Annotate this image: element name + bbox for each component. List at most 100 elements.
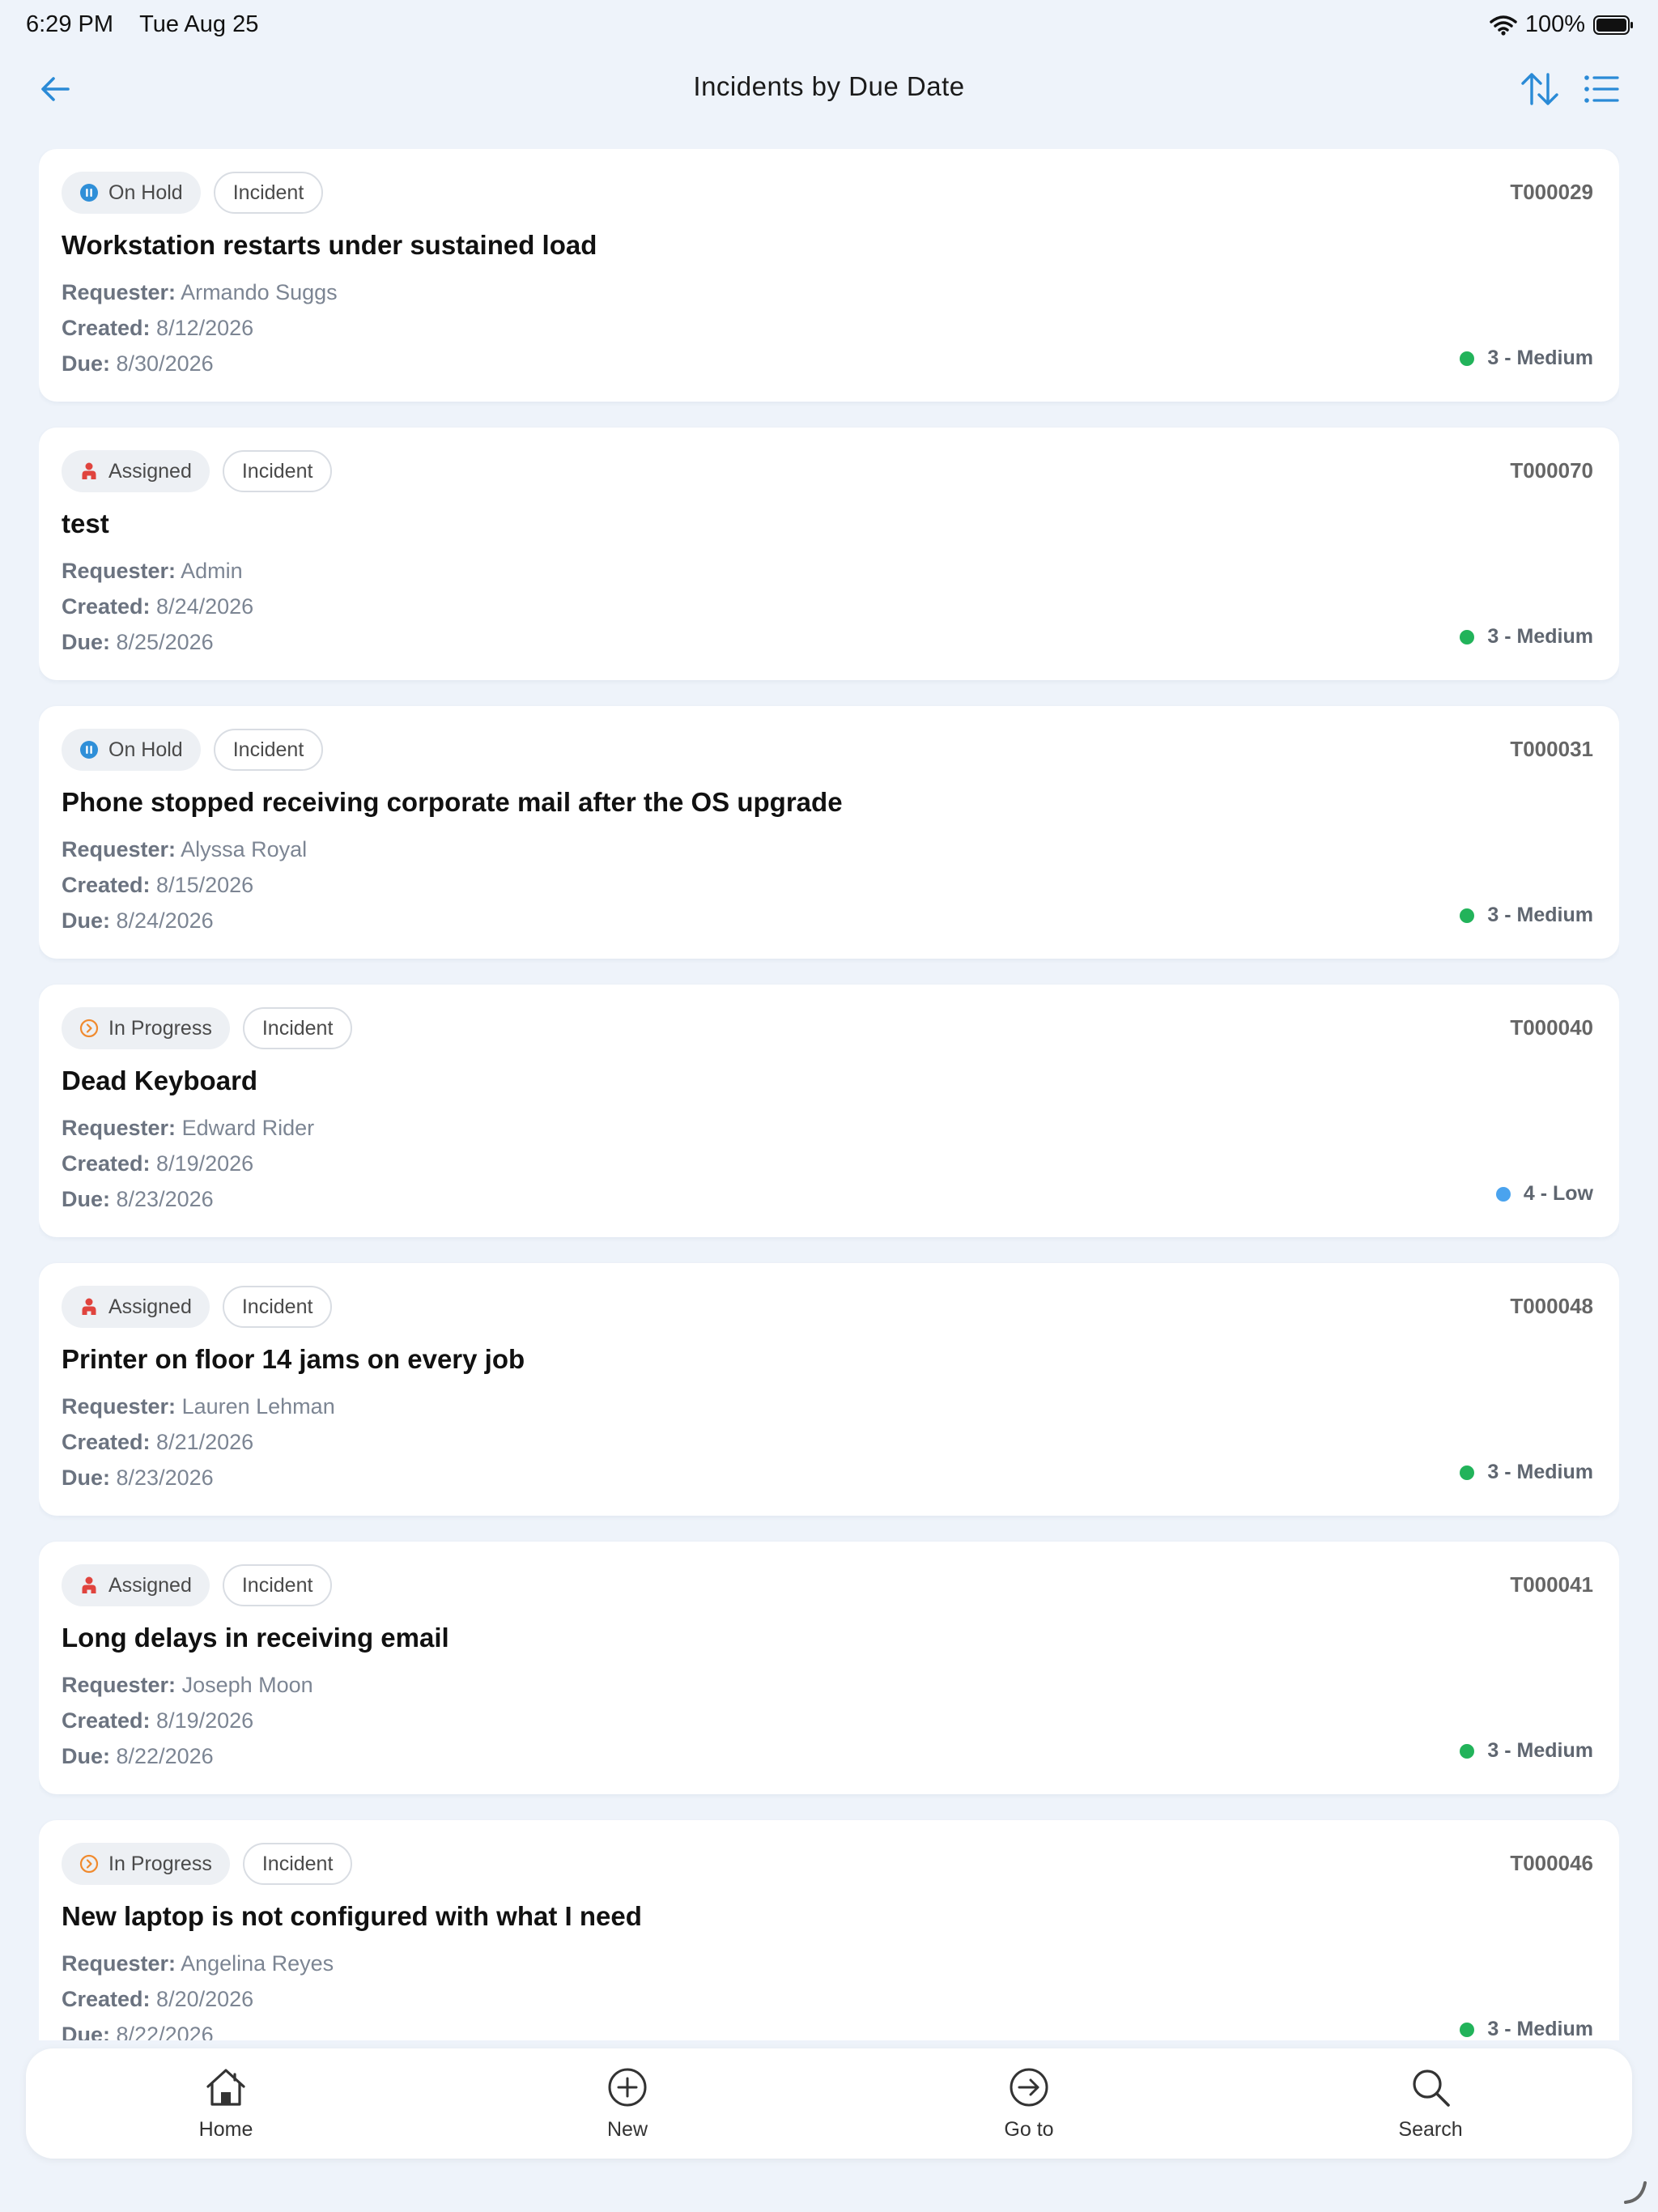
ticket-title: New laptop is not configured with what I… (62, 1901, 642, 1931)
tab-search[interactable]: Search (1350, 2048, 1511, 2159)
battery-percent: 100% (1524, 11, 1585, 37)
ticket-card[interactable]: Assigned Incident T000041 Long delays in… (39, 1542, 1619, 1794)
tab-new[interactable]: New (546, 2048, 708, 2159)
status-label: On Hold (108, 738, 183, 761)
requester-label: Requester: (62, 1394, 176, 1419)
status-time-date: 6:29 PM Tue Aug 25 (26, 11, 258, 38)
created-label: Created: (62, 873, 151, 897)
status-label: Assigned (108, 459, 192, 483)
requester-value: Angelina Reyes (181, 1951, 334, 1976)
type-badge: Incident (213, 729, 324, 771)
priority-indicator: 3 - Medium (1460, 1461, 1593, 1484)
ticket-id: T000070 (1510, 458, 1593, 483)
wifi-icon (1490, 15, 1517, 36)
due-row: Due: 8/23/2026 (62, 1465, 214, 1491)
ticket-tags: Assigned Incident (62, 1286, 333, 1328)
ticket-card[interactable]: On Hold Incident T000031 Phone stopped r… (39, 706, 1619, 959)
status-bar: 6:29 PM Tue Aug 25 100% (0, 0, 1658, 52)
plus-circle-icon (608, 2068, 647, 2107)
person-icon (82, 462, 96, 479)
due-row: Due: 8/23/2026 (62, 1187, 214, 1212)
ticket-title: Dead Keyboard (62, 1066, 258, 1095)
created-value: 8/24/2026 (156, 594, 254, 619)
requester-label: Requester: (62, 1116, 176, 1140)
ticket-id: T000046 (1510, 1851, 1593, 1875)
list-icon[interactable] (1582, 70, 1621, 108)
tab-go-to[interactable]: Go to (948, 2048, 1110, 2159)
person-icon (82, 1298, 96, 1315)
type-badge: Incident (242, 1843, 353, 1885)
battery-icon (1593, 15, 1633, 35)
ticket-id: T000031 (1510, 737, 1593, 761)
priority-indicator: 3 - Medium (1460, 2018, 1593, 2040)
ticket-tags: Assigned Incident (62, 450, 333, 492)
type-badge: Incident (222, 1286, 333, 1328)
status-label: In Progress (108, 1016, 212, 1040)
due-row: Due: 8/30/2026 (62, 351, 214, 376)
priority-indicator: 3 - Medium (1460, 1739, 1593, 1763)
due-row: Due: 8/25/2026 (62, 630, 214, 655)
tab-home[interactable]: Home (145, 2048, 307, 2159)
created-label: Created: (62, 1708, 151, 1733)
status-badge: On Hold (62, 729, 201, 771)
priority-dot-icon (1460, 629, 1475, 644)
created-row: Created: 8/24/2026 (62, 594, 253, 619)
progress-icon (79, 1019, 99, 1038)
ticket-card[interactable]: Assigned Incident T000048 Printer on flo… (39, 1263, 1619, 1516)
priority-indicator: 3 - Medium (1460, 347, 1593, 370)
ticket-card[interactable]: In Progress Incident T000046 New laptop … (39, 1820, 1619, 2040)
priority-label: 3 - Medium (1487, 2018, 1593, 2040)
arrow-right-circle-icon (1010, 2068, 1048, 2107)
ticket-card[interactable]: In Progress Incident T000040 Dead Keyboa… (39, 985, 1619, 1237)
requester-label: Requester: (62, 1951, 176, 1976)
ticket-title: Long delays in receiving email (62, 1623, 449, 1653)
created-value: 8/15/2026 (156, 873, 254, 897)
status-badge: Assigned (62, 1286, 210, 1328)
due-value: 8/25/2026 (116, 630, 214, 654)
ticket-tags: On Hold Incident (62, 729, 324, 771)
due-label: Due: (62, 1465, 110, 1490)
priority-dot-icon (1460, 1465, 1475, 1480)
requester-label: Requester: (62, 280, 176, 304)
tab-new-label: New (606, 2118, 648, 2141)
sort-icon[interactable] (1519, 68, 1561, 110)
due-row: Due: 8/22/2026 (62, 2023, 214, 2040)
requester-row: Requester: Lauren Lehman (62, 1394, 335, 1419)
type-badge: Incident (222, 450, 333, 492)
tab-go-to-label: Go to (1004, 2118, 1054, 2141)
status-label: Assigned (108, 1295, 192, 1318)
progress-icon (79, 1854, 99, 1874)
due-row: Due: 8/22/2026 (62, 1744, 214, 1769)
priority-label: 3 - Medium (1487, 904, 1593, 926)
tab-search-label: Search (1398, 2118, 1463, 2141)
requester-label: Requester: (62, 837, 176, 861)
ticket-list[interactable]: On Hold Incident T000029 Workstation res… (39, 149, 1619, 2040)
status-label: Assigned (108, 1573, 192, 1597)
ticket-tags: On Hold Incident (62, 172, 324, 214)
status-indicators: 100% (1490, 11, 1634, 38)
due-value: 8/22/2026 (116, 2023, 214, 2040)
created-value: 8/20/2026 (156, 1987, 254, 2011)
status-badge: In Progress (62, 1007, 230, 1049)
due-label: Due: (62, 1187, 110, 1211)
priority-dot-icon (1460, 1743, 1475, 1759)
ticket-card[interactable]: Assigned Incident T000070 test Requester… (39, 428, 1619, 680)
due-row: Due: 8/24/2026 (62, 908, 214, 934)
priority-dot-icon (1495, 1186, 1511, 1202)
type-badge: Incident (242, 1007, 353, 1049)
ticket-id: T000040 (1510, 1015, 1593, 1040)
created-row: Created: 8/12/2026 (62, 316, 253, 341)
priority-dot-icon (1460, 2022, 1475, 2037)
created-value: 8/12/2026 (156, 316, 254, 340)
requester-row: Requester: Joseph Moon (62, 1673, 313, 1698)
type-badge: Incident (213, 172, 324, 214)
created-value: 8/21/2026 (156, 1430, 254, 1454)
ticket-id: T000041 (1510, 1572, 1593, 1597)
status-label: On Hold (108, 181, 183, 204)
page-title: Incidents by Due Date (693, 71, 965, 101)
due-label: Due: (62, 630, 110, 654)
priority-indicator: 3 - Medium (1460, 904, 1593, 927)
ticket-card[interactable]: On Hold Incident T000029 Workstation res… (39, 149, 1619, 402)
ticket-id: T000029 (1510, 180, 1593, 204)
requester-value: Joseph Moon (181, 1673, 313, 1697)
